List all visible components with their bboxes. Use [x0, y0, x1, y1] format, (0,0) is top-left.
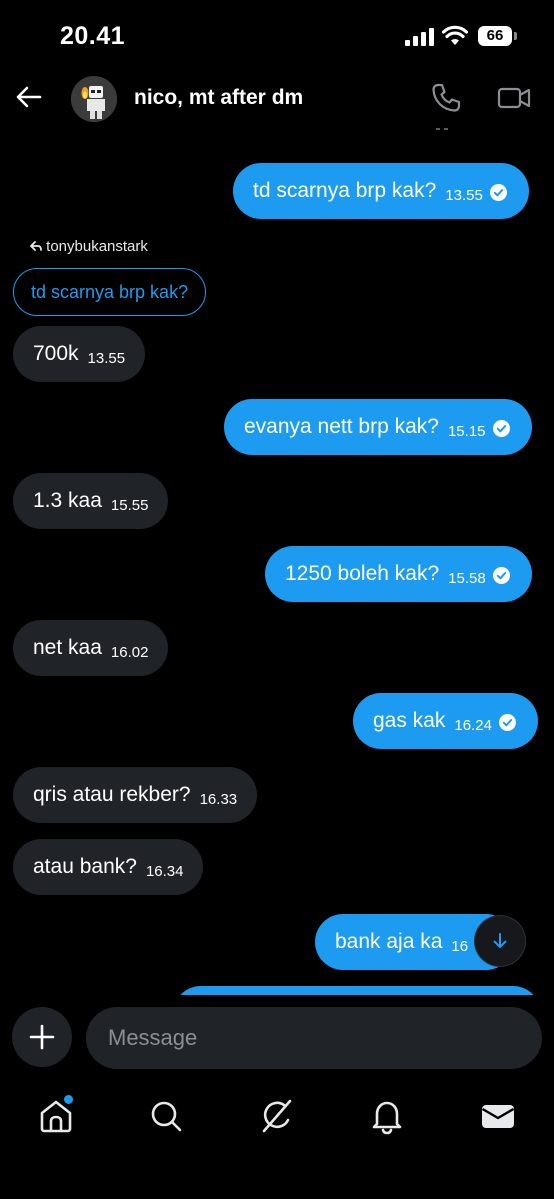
battery-tip — [514, 32, 517, 40]
outgoing-message[interactable]: 1250 boleh kak? 15.58 — [265, 546, 532, 602]
add-attachment-button[interactable] — [12, 1007, 72, 1067]
read-receipt-icon — [498, 713, 516, 731]
notification-dot — [62, 1093, 75, 1106]
status-bar: 20.41 66 — [0, 0, 554, 70]
message-time: 15.58 — [448, 570, 486, 587]
outgoing-message-partial[interactable] — [173, 986, 541, 995]
message-text: net kaa — [33, 636, 102, 659]
partial-message-edge — [436, 128, 448, 130]
outgoing-message[interactable]: gas kak 16.24 — [353, 693, 538, 749]
reply-context: tonybukanstark — [30, 238, 148, 255]
incoming-message[interactable]: qris atau rekber? 16.33 — [13, 767, 258, 823]
message-composer — [0, 995, 554, 1080]
video-camera-icon[interactable] — [497, 84, 531, 112]
message-input[interactable] — [86, 1007, 542, 1069]
message-time: 13.55 — [445, 187, 483, 204]
grok-icon[interactable] — [257, 1096, 297, 1136]
read-receipt-icon — [489, 183, 507, 201]
conversation-title[interactable]: nico, mt after dm — [134, 86, 303, 110]
message-list[interactable]: td scarnya brp kak? 13.55 tonybukanstark … — [0, 128, 554, 995]
message-time: 15.55 — [110, 497, 149, 514]
outgoing-message[interactable]: evanya nett brp kak? 15.15 — [224, 399, 532, 455]
mail-icon[interactable] — [478, 1096, 518, 1136]
message-text: qris atau rekber? — [33, 783, 191, 806]
message-time: 15.15 — [447, 423, 486, 440]
back-arrow-icon[interactable] — [14, 82, 44, 112]
quoted-message[interactable]: td scarnya brp kak? — [13, 268, 207, 316]
message-text: atau bank? — [33, 855, 137, 878]
bottom-navigation — [0, 1080, 554, 1199]
message-time: 13.55 — [87, 350, 126, 367]
message-text: 1.3 kaa — [33, 489, 102, 512]
plus-icon — [29, 1024, 55, 1050]
cellular-signal-icon — [405, 28, 435, 46]
battery-icon: 66 — [478, 26, 512, 46]
conversation-header: nico, mt after dm — [0, 70, 554, 128]
search-icon[interactable] — [146, 1096, 186, 1136]
message-time: 16.02 — [110, 644, 149, 661]
wifi-icon — [442, 25, 468, 45]
message-time: 16.33 — [199, 791, 238, 808]
avatar-image — [71, 76, 117, 122]
outgoing-message[interactable]: td scarnya brp kak? 13.55 — [233, 163, 529, 219]
phone-icon[interactable] — [430, 82, 462, 114]
message-time: 16.24 — [454, 717, 492, 734]
message-text: 700k — [33, 342, 79, 365]
message-text: 1250 boleh kak? — [285, 562, 440, 585]
incoming-message[interactable]: 1.3 kaa 15.55 — [13, 473, 169, 529]
message-time: 16 — [451, 938, 469, 955]
message-text: evanya nett brp kak? — [244, 415, 439, 438]
avatar[interactable] — [71, 76, 117, 122]
status-time: 20.41 — [60, 22, 126, 50]
reply-author: tonybukanstark — [46, 238, 148, 255]
reply-icon — [30, 241, 42, 251]
incoming-message[interactable]: 700k 13.55 — [13, 326, 146, 382]
scroll-to-bottom-button[interactable] — [475, 916, 525, 966]
incoming-message[interactable]: net kaa 16.02 — [13, 620, 169, 676]
message-text: gas kak — [373, 709, 446, 732]
message-text: bank aja ka — [335, 930, 443, 953]
incoming-message[interactable]: atau bank? 16.34 — [13, 839, 204, 895]
message-time: 16.34 — [145, 863, 184, 880]
read-receipt-icon — [492, 566, 510, 584]
read-receipt-icon — [492, 419, 510, 437]
arrow-down-icon — [493, 933, 507, 948]
message-text: td scarnya brp kak? — [253, 179, 437, 202]
bell-icon[interactable] — [367, 1096, 407, 1136]
